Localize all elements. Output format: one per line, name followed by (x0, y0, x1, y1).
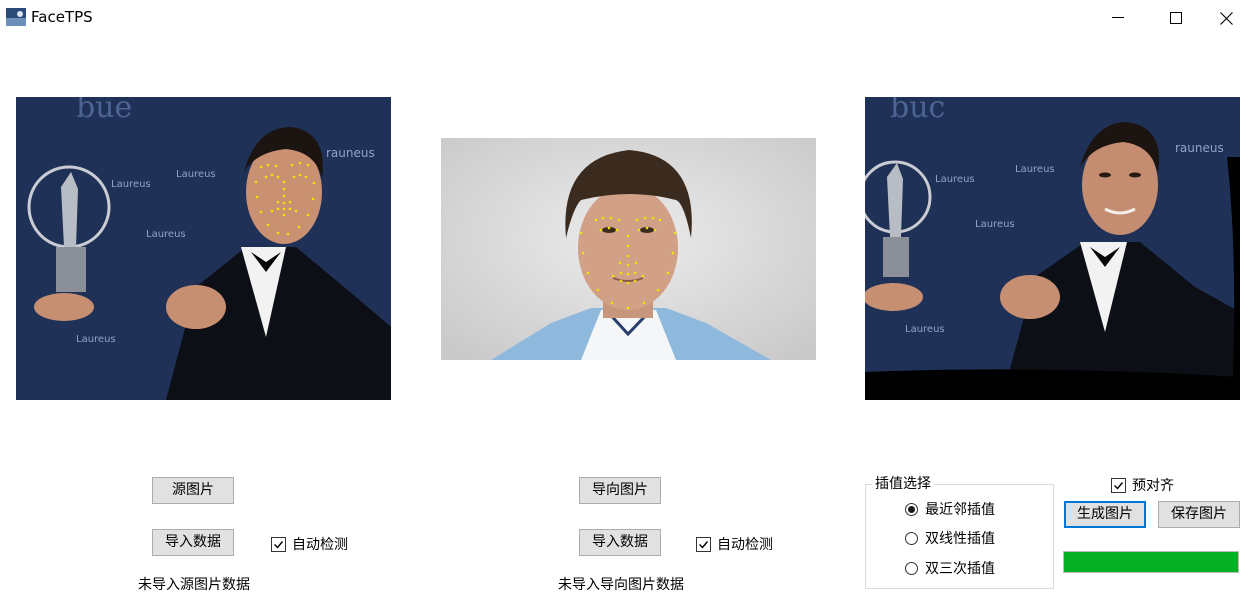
radio-button[interactable] (905, 561, 918, 575)
window-title: FaceTPS (31, 8, 93, 26)
close-button[interactable] (1197, 0, 1255, 36)
result-image: buc Laureus Laureus Laureus Laureus raun… (865, 97, 1240, 400)
checkbox-box[interactable] (696, 536, 711, 552)
radio-bilinear[interactable]: 双线性插值 (905, 528, 995, 548)
pre-align-checkbox[interactable]: 预对齐 (1111, 475, 1174, 495)
checkbox-label: 自动检测 (292, 537, 348, 553)
app-icon (6, 8, 26, 26)
generate-image-button[interactable]: 生成图片 (1064, 501, 1146, 528)
checkbox-label: 自动检测 (717, 537, 773, 553)
backdrop-logo-text: Laureus (176, 169, 216, 180)
checkbox-box[interactable] (1111, 477, 1126, 493)
minimize-icon (1112, 17, 1124, 18)
guide-auto-detect-checkbox[interactable]: 自动检测 (696, 534, 773, 554)
minimize-button[interactable] (1089, 0, 1147, 36)
maximize-icon (1170, 12, 1182, 24)
title-bar (0, 0, 1255, 36)
backdrop-logo-text: Laureus (905, 324, 945, 335)
generation-progress-bar (1063, 551, 1239, 573)
svg-text:rauneus: rauneus (1175, 141, 1224, 155)
close-icon (1219, 11, 1233, 25)
backdrop-logo-text: Laureus (935, 174, 975, 185)
guide-status-text: 未导入导向图片数据 (558, 577, 684, 593)
backdrop-logo-text: Laureus (76, 334, 116, 345)
radio-label: 双线性插值 (925, 531, 995, 547)
backdrop-logo-text: Laureus (111, 179, 151, 190)
checkmark-icon (274, 540, 284, 549)
backdrop-logo-text: Laureus (975, 219, 1015, 230)
source-status-text: 未导入源图片数据 (138, 577, 250, 593)
radio-selected-dot (908, 505, 915, 513)
radio-button[interactable] (905, 531, 918, 545)
load-guide-image-button[interactable]: 导向图片 (579, 477, 661, 504)
interpolation-group-label: 插值选择 (872, 473, 934, 493)
load-source-image-button[interactable]: 源图片 (152, 477, 234, 504)
svg-text:buc: buc (890, 97, 945, 125)
guide-image (441, 138, 816, 360)
radio-label: 双三次插值 (925, 561, 995, 577)
checkmark-icon (699, 540, 709, 549)
import-source-data-button[interactable]: 导入数据 (152, 529, 234, 556)
checkmark-icon (1114, 481, 1124, 490)
source-auto-detect-checkbox[interactable]: 自动检测 (271, 534, 348, 554)
import-guide-data-button[interactable]: 导入数据 (579, 529, 661, 556)
progress-fill (1064, 552, 1238, 572)
backdrop-logo-text: Laureus (146, 229, 186, 240)
radio-bicubic[interactable]: 双三次插值 (905, 558, 995, 578)
radio-button[interactable] (905, 502, 918, 516)
radio-nearest-neighbor[interactable]: 最近邻插值 (905, 499, 995, 519)
checkbox-label: 预对齐 (1132, 478, 1174, 494)
backdrop-logo-text: Laureus (1015, 164, 1055, 175)
svg-text:bue: bue (76, 97, 132, 125)
source-image: bue Laureus Laureus Laureus Laureus raun… (16, 97, 391, 400)
save-image-button[interactable]: 保存图片 (1158, 501, 1240, 528)
checkbox-box[interactable] (271, 536, 286, 552)
radio-label: 最近邻插值 (925, 502, 995, 518)
svg-text:rauneus: rauneus (326, 146, 375, 160)
